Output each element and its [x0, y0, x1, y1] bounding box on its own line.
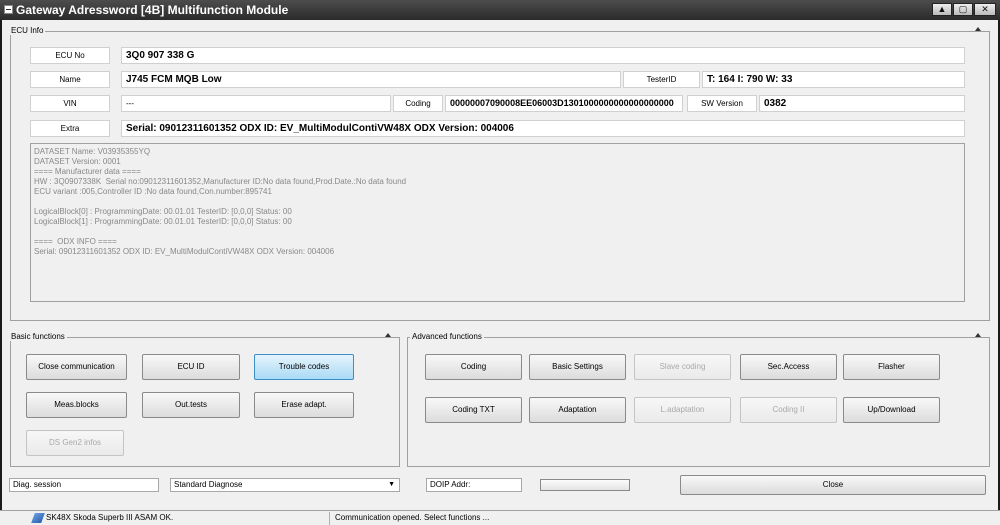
extra-value: Serial: 09012311601352 ODX ID: EV_MultiM…	[121, 120, 965, 137]
advanced-functions-legend: Advanced functions	[410, 332, 484, 341]
progress-bar	[540, 479, 630, 491]
name-label: Name	[30, 71, 110, 88]
status-message: Communication opened. Select functions .…	[335, 513, 490, 522]
coding-button[interactable]: Coding	[425, 354, 522, 380]
ecu-info-legend: ECU Info	[9, 26, 46, 35]
status-bar: SK48X Skoda Superb III ASAM OK. Communic…	[0, 510, 1000, 525]
close-communication-button[interactable]: Close communication	[26, 354, 127, 380]
ecu-details-textarea[interactable]: DATASET Name: V03935355YQ DATASET Versio…	[30, 143, 965, 302]
trouble-codes-button[interactable]: Trouble codes	[254, 354, 354, 380]
ecu-no-label: ECU No	[30, 47, 110, 64]
basic-functions-group: Basic functions Close communication ECU …	[9, 332, 400, 467]
extra-label: Extra	[30, 120, 110, 137]
vehicle-icon	[31, 513, 45, 523]
l-adaptation-button[interactable]: L.adaptation	[634, 397, 731, 423]
ecu-info-group: ECU Info ECU No 3Q0 907 338 G Name J745 …	[9, 26, 990, 321]
coding-value: 00000007090008EE06003D130100000000000000…	[445, 95, 683, 112]
chevron-down-icon[interactable]: ▼	[388, 479, 395, 491]
coding-ii-button[interactable]: Coding II	[740, 397, 837, 423]
collapse-caret-icon[interactable]	[385, 333, 391, 337]
collapse-caret-icon[interactable]	[975, 27, 981, 31]
up-download-button[interactable]: Up/Download	[843, 397, 940, 423]
sec-access-button[interactable]: Sec.Access	[740, 354, 837, 380]
meas-blocks-button[interactable]: Meas.blocks	[26, 392, 127, 418]
status-vehicle-text: SK48X Skoda Superb III ASAM OK.	[46, 513, 174, 522]
advanced-functions-group: Advanced functions Coding Basic Settings…	[407, 332, 990, 467]
ds-gen2-infos-button[interactable]: DS Gen2 infos	[26, 430, 124, 456]
window-title: Gateway Adressword [4B] Multifunction Mo…	[16, 3, 289, 17]
close-button[interactable]: Close	[680, 475, 986, 495]
collapse-caret-icon[interactable]	[975, 333, 981, 337]
sw-version-value: 0382	[759, 95, 965, 112]
minimize-button[interactable]: ▲	[932, 3, 952, 16]
system-menu-icon[interactable]	[4, 5, 13, 14]
coding-label: Coding	[393, 95, 443, 112]
main-window-body: ECU Info ECU No 3Q0 907 338 G Name J745 …	[2, 20, 998, 510]
close-window-button[interactable]: ✕	[974, 3, 996, 16]
doip-addr-field[interactable]: DOIP Addr:	[426, 478, 522, 492]
coding-txt-button[interactable]: Coding TXT	[425, 397, 522, 423]
slave-coding-button[interactable]: Slave coding	[634, 354, 731, 380]
title-bar: Gateway Adressword [4B] Multifunction Mo…	[0, 0, 1000, 20]
diag-session-select[interactable]: Standard Diagnose ▼	[170, 478, 400, 492]
sw-version-label: SW Version	[687, 95, 757, 112]
ecu-no-value: 3Q0 907 338 G	[121, 47, 965, 64]
flasher-button[interactable]: Flasher	[843, 354, 940, 380]
name-value: J745 FCM MQB Low	[121, 71, 621, 88]
tester-id-label: TesterID	[623, 71, 700, 88]
vin-label: VIN	[30, 95, 110, 112]
adaptation-button[interactable]: Adaptation	[529, 397, 626, 423]
status-vehicle-cell: SK48X Skoda Superb III ASAM OK.	[0, 512, 330, 525]
ecu-id-button[interactable]: ECU ID	[142, 354, 240, 380]
tester-id-value: T: 164 I: 790 W: 33	[702, 71, 965, 88]
diag-session-label: Diag. session	[9, 478, 159, 492]
diag-session-value: Standard Diagnose	[174, 480, 243, 489]
out-tests-button[interactable]: Out.tests	[142, 392, 240, 418]
vin-value: ---	[121, 95, 391, 112]
erase-adapt-button[interactable]: Erase adapt.	[254, 392, 354, 418]
maximize-button[interactable]: ▢	[953, 3, 973, 16]
basic-functions-legend: Basic functions	[9, 332, 67, 341]
basic-settings-button[interactable]: Basic Settings	[529, 354, 626, 380]
